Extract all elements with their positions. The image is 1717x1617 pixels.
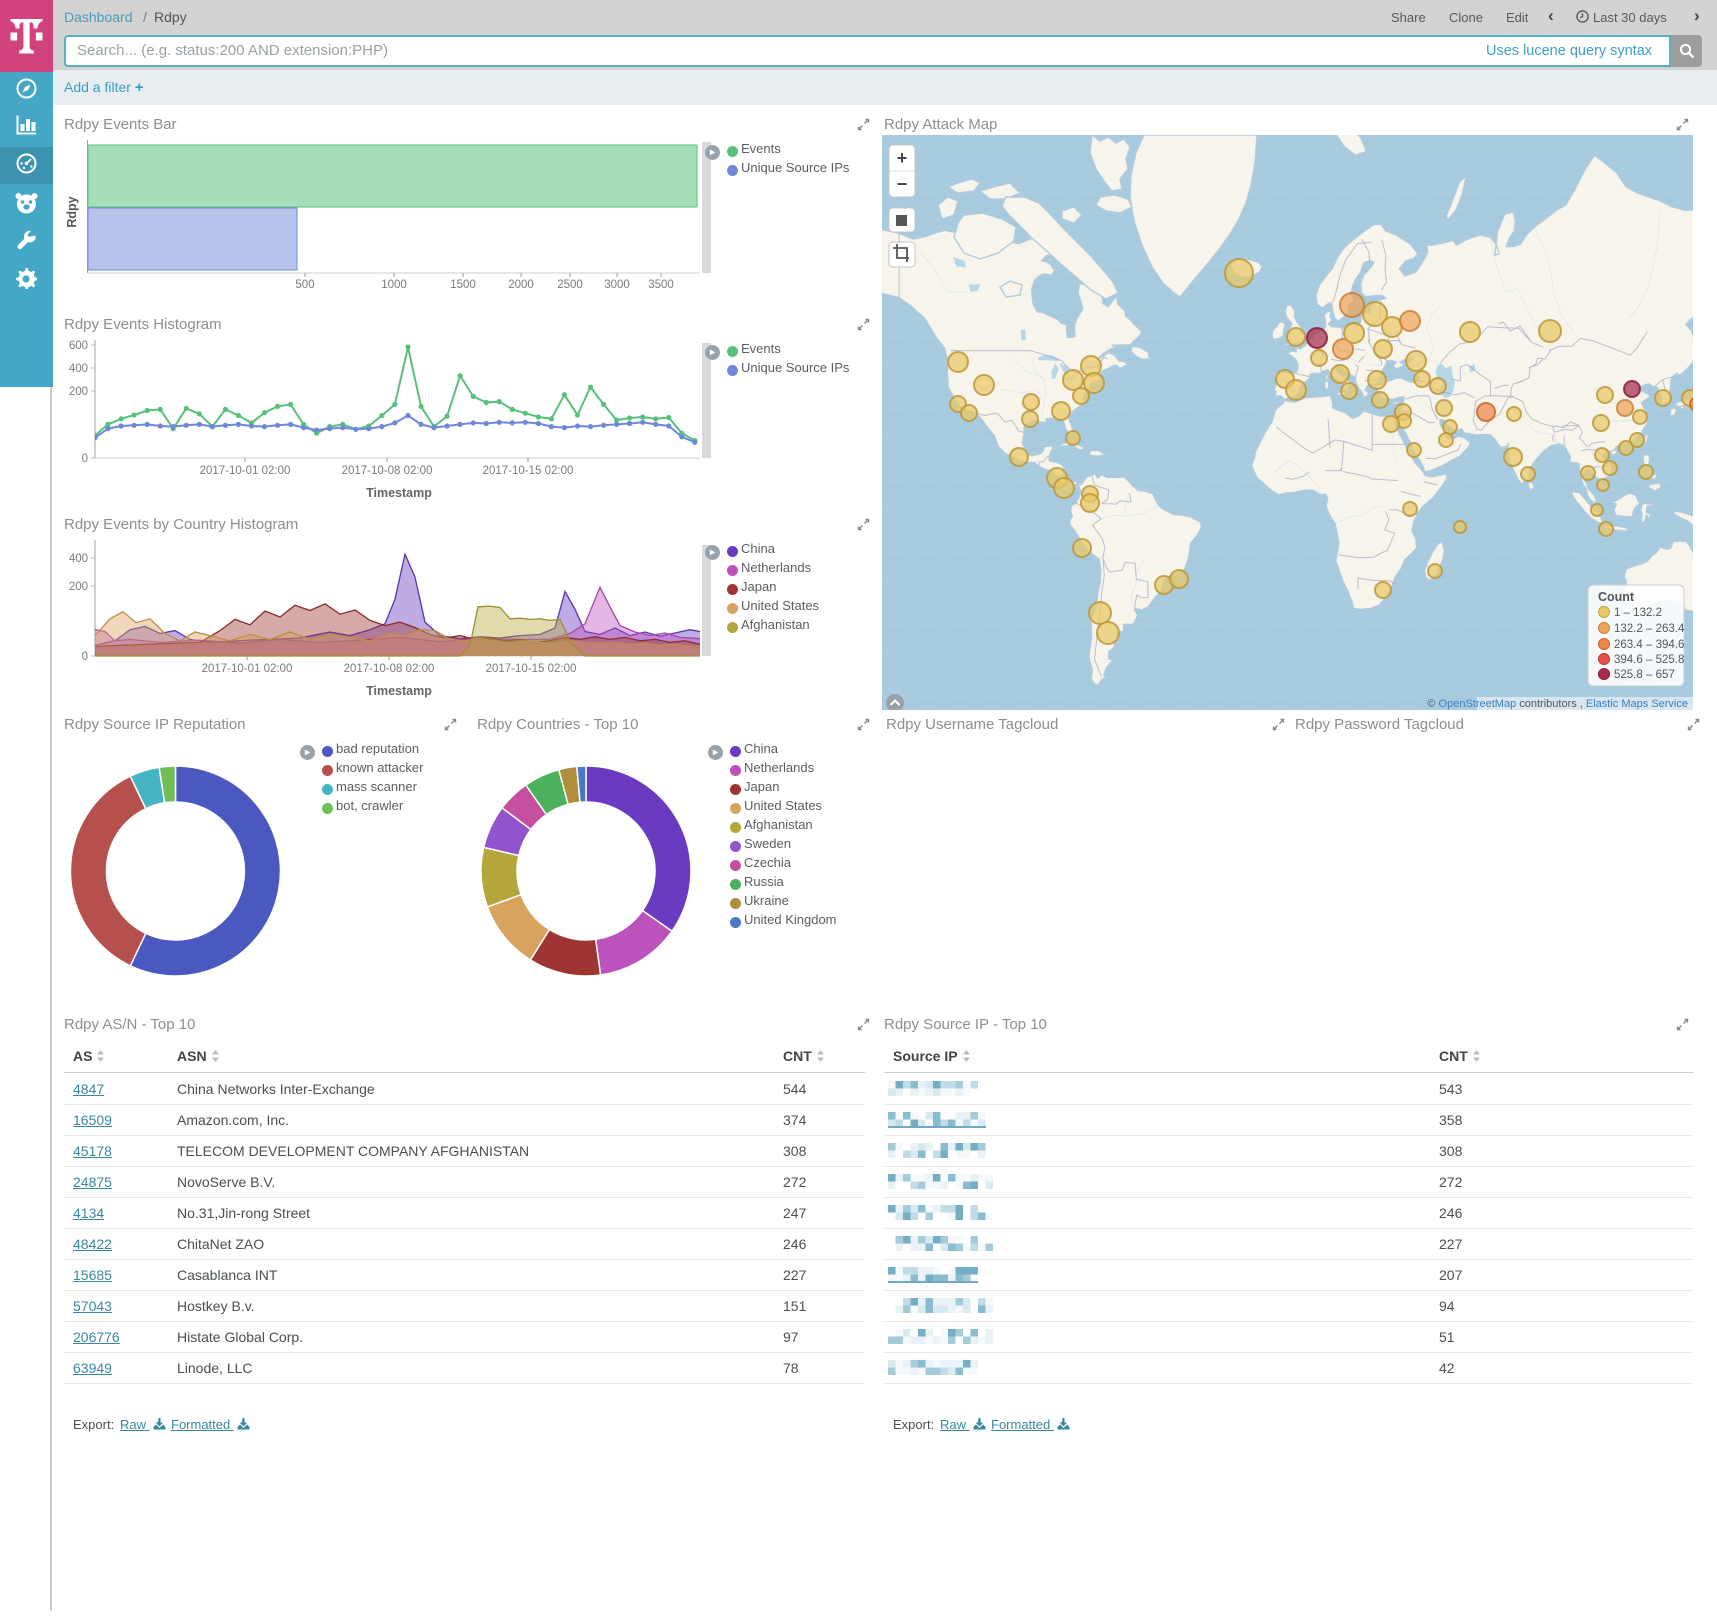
- svg-text:2017-10-01 02:00: 2017-10-01 02:00: [200, 465, 291, 477]
- svg-text:2017-10-08 02:00: 2017-10-08 02:00: [342, 465, 433, 477]
- svg-text:525.8 – 657: 525.8 – 657: [1614, 669, 1675, 681]
- svg-text:+: +: [897, 148, 908, 168]
- svg-text:2017-10-01 02:00: 2017-10-01 02:00: [202, 663, 293, 675]
- svg-text:600: 600: [69, 340, 88, 352]
- svg-text:132.2 – 263.4: 132.2 – 263.4: [1614, 623, 1685, 635]
- svg-text:200: 200: [69, 386, 88, 398]
- svg-text:0: 0: [82, 651, 88, 663]
- svg-text:Timestamp: Timestamp: [366, 486, 432, 500]
- svg-text:3000: 3000: [604, 279, 630, 291]
- svg-text:400: 400: [69, 553, 88, 565]
- svg-text:1500: 1500: [450, 279, 476, 291]
- svg-text:2017-10-15 02:00: 2017-10-15 02:00: [486, 663, 577, 675]
- svg-text:400: 400: [69, 363, 88, 375]
- svg-text:Count: Count: [1598, 590, 1635, 604]
- svg-text:−: −: [897, 174, 908, 194]
- svg-text:200: 200: [69, 581, 88, 593]
- svg-text:1 – 132.2: 1 – 132.2: [1614, 607, 1662, 619]
- svg-text:2017-10-08 02:00: 2017-10-08 02:00: [344, 663, 435, 675]
- svg-text:2500: 2500: [557, 279, 583, 291]
- svg-text:© OpenStreetMap contributors ,: © OpenStreetMap contributors , Elastic M…: [1427, 698, 1688, 710]
- svg-text:263.4 – 394.6: 263.4 – 394.6: [1614, 639, 1684, 651]
- svg-text:Timestamp: Timestamp: [366, 684, 432, 698]
- svg-text:3500: 3500: [648, 279, 674, 291]
- svg-text:500: 500: [295, 279, 314, 291]
- svg-text:2000: 2000: [508, 279, 534, 291]
- svg-text:394.6 – 525.8: 394.6 – 525.8: [1614, 654, 1684, 666]
- svg-text:Rdpy: Rdpy: [65, 196, 79, 227]
- svg-text:1000: 1000: [381, 279, 407, 291]
- svg-text:0: 0: [82, 453, 88, 465]
- svg-text:2017-10-15 02:00: 2017-10-15 02:00: [483, 465, 574, 477]
